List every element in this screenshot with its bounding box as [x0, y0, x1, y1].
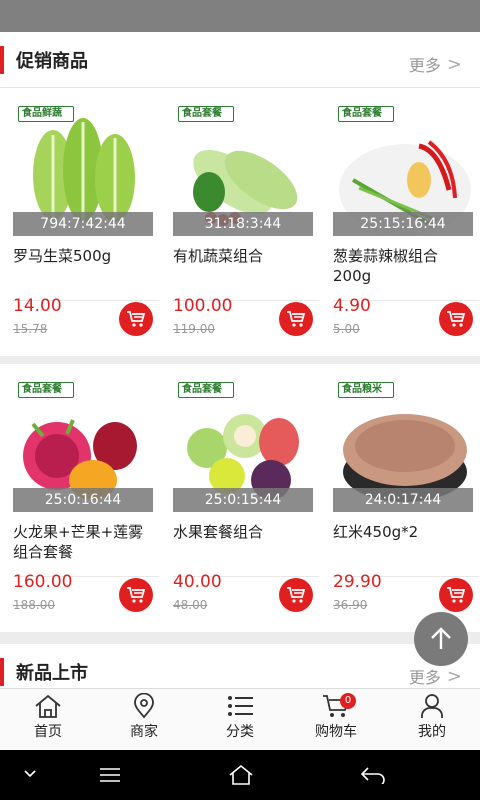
tab-label: 商家 [130, 724, 158, 740]
product-price: 160.00 [13, 572, 73, 592]
tab-home[interactable]: 首页 [0, 689, 96, 750]
product-image[interactable]: 食品套餐 25:15:16:44 [333, 100, 473, 236]
brand-badge: 食品套餐 [18, 382, 74, 398]
tab-label: 分类 [226, 724, 254, 740]
section-title: 促销商品 [16, 51, 88, 72]
tab-categories[interactable]: 分类 [192, 689, 288, 750]
original-price: 36.90 [333, 598, 368, 612]
home-icon [35, 694, 61, 718]
tab-label: 我的 [418, 724, 446, 740]
scroll-to-top-button[interactable] [414, 612, 468, 666]
product-name[interactable]: 水果套餐组合 [173, 522, 313, 562]
menu-icon[interactable] [98, 766, 122, 784]
cart-icon [447, 311, 466, 327]
original-price: 15.78 [13, 322, 48, 336]
product-grid: 食品鲜蔬 794:7:42:44 罗马生菜500g 14.00 15.78 食品… [0, 88, 480, 632]
add-to-cart-button[interactable] [279, 578, 313, 612]
brand-badge: 食品粮米 [338, 382, 394, 398]
list-icon [228, 696, 253, 716]
product-image[interactable]: 食品套餐 25:0:16:44 [13, 376, 153, 512]
countdown-timer: 31:18:3:44 [173, 212, 313, 236]
cart-icon [287, 587, 306, 603]
add-to-cart-button[interactable] [279, 302, 313, 336]
product-name[interactable]: 火龙果+芒果+莲雾组合套餐 [13, 522, 153, 562]
product-image[interactable]: 食品套餐 25:0:15:44 [173, 376, 313, 512]
product-image[interactable]: 食品套餐 31:18:3:44 [173, 100, 313, 236]
add-to-cart-button[interactable] [119, 302, 153, 336]
home-nav-icon[interactable] [228, 764, 254, 786]
product-price: 100.00 [173, 296, 233, 316]
system-navigation-bar [0, 750, 480, 800]
countdown-timer: 794:7:42:44 [13, 212, 153, 236]
product-card[interactable]: 食品粮米 24:0:17:44 红米450g*2 29.90 36.90 [320, 364, 480, 632]
more-link[interactable]: 更多 > [409, 52, 462, 76]
chevron-right-icon: > [446, 665, 462, 687]
location-pin-icon [134, 693, 154, 719]
brand-badge: 食品套餐 [338, 106, 394, 122]
tab-cart[interactable]: 0 购物车 [288, 689, 384, 750]
cart-icon [447, 587, 466, 603]
add-to-cart-button[interactable] [439, 578, 473, 612]
brand-badge: 食品套餐 [178, 106, 234, 122]
product-card[interactable]: 食品套餐 31:18:3:44 有机蔬菜组合 100.00 119.00 [160, 88, 320, 356]
cart-icon [127, 587, 146, 603]
status-bar [0, 0, 480, 32]
countdown-timer: 25:0:16:44 [13, 488, 153, 512]
brand-badge: 食品鲜蔬 [18, 106, 74, 122]
section-accent-bar [0, 658, 4, 686]
row-gap [0, 356, 480, 364]
original-price: 48.00 [173, 598, 208, 612]
product-name[interactable]: 罗马生菜500g [13, 246, 153, 286]
product-price: 4.90 [333, 296, 371, 316]
chevron-right-icon: > [446, 53, 462, 75]
section-gap [0, 632, 480, 644]
more-link[interactable]: 更多 > [409, 664, 462, 688]
product-name[interactable]: 有机蔬菜组合 [173, 246, 313, 286]
product-card[interactable]: 食品鲜蔬 794:7:42:44 罗马生菜500g 14.00 15.78 [0, 88, 160, 356]
product-card[interactable]: 食品套餐 25:0:16:44 火龙果+芒果+莲雾组合套餐 160.00 188… [0, 364, 160, 632]
cart-icon [287, 311, 306, 327]
original-price: 119.00 [173, 322, 215, 336]
product-price: 14.00 [13, 296, 62, 316]
tab-merchants[interactable]: 商家 [96, 689, 192, 750]
countdown-timer: 25:15:16:44 [333, 212, 473, 236]
bottom-tab-bar: 首页 商家 分类 0 购物车 我的 [0, 688, 480, 750]
tab-label: 首页 [34, 724, 62, 740]
chevron-down-icon[interactable] [22, 768, 38, 780]
add-to-cart-button[interactable] [119, 578, 153, 612]
cart-icon [127, 311, 146, 327]
product-image[interactable]: 食品粮米 24:0:17:44 [333, 376, 473, 512]
original-price: 5.00 [333, 322, 360, 336]
user-icon [421, 694, 443, 718]
arrow-up-icon [431, 627, 451, 649]
countdown-timer: 24:0:17:44 [333, 488, 473, 512]
original-price: 188.00 [13, 598, 55, 612]
new-arrivals-header: 新品上市 更多 > [0, 644, 480, 688]
brand-badge: 食品套餐 [178, 382, 234, 398]
back-icon[interactable] [360, 766, 386, 784]
product-card[interactable]: 食品套餐 25:0:15:44 水果套餐组合 40.00 48.00 [160, 364, 320, 632]
product-image[interactable]: 食品鲜蔬 794:7:42:44 [13, 100, 153, 236]
more-label: 更多 [408, 668, 441, 687]
product-name[interactable]: 葱姜蒜辣椒组合200g [333, 246, 473, 286]
section-title: 新品上市 [16, 663, 88, 684]
new-arrivals-section: 新品上市 更多 > [0, 644, 480, 688]
product-name[interactable]: 红米450g*2 [333, 522, 473, 562]
main-scroll[interactable]: 促销商品 更多 > 食品鲜蔬 794:7:42:44 罗马生菜500g 14.0… [0, 32, 480, 688]
product-price: 29.90 [333, 572, 382, 592]
promo-header: 促销商品 更多 > [0, 32, 480, 88]
add-to-cart-button[interactable] [439, 302, 473, 336]
product-price: 40.00 [173, 572, 222, 592]
product-card[interactable]: 食品套餐 25:15:16:44 葱姜蒜辣椒组合200g 4.90 5.00 [320, 88, 480, 356]
more-label: 更多 [408, 56, 441, 75]
tab-label: 购物车 [315, 724, 357, 740]
section-accent-bar [0, 46, 4, 74]
promo-section: 促销商品 更多 > 食品鲜蔬 794:7:42:44 罗马生菜500g 14.0… [0, 32, 480, 632]
tab-profile[interactable]: 我的 [384, 689, 480, 750]
cart-count-badge: 0 [340, 693, 356, 709]
countdown-timer: 25:0:15:44 [173, 488, 313, 512]
